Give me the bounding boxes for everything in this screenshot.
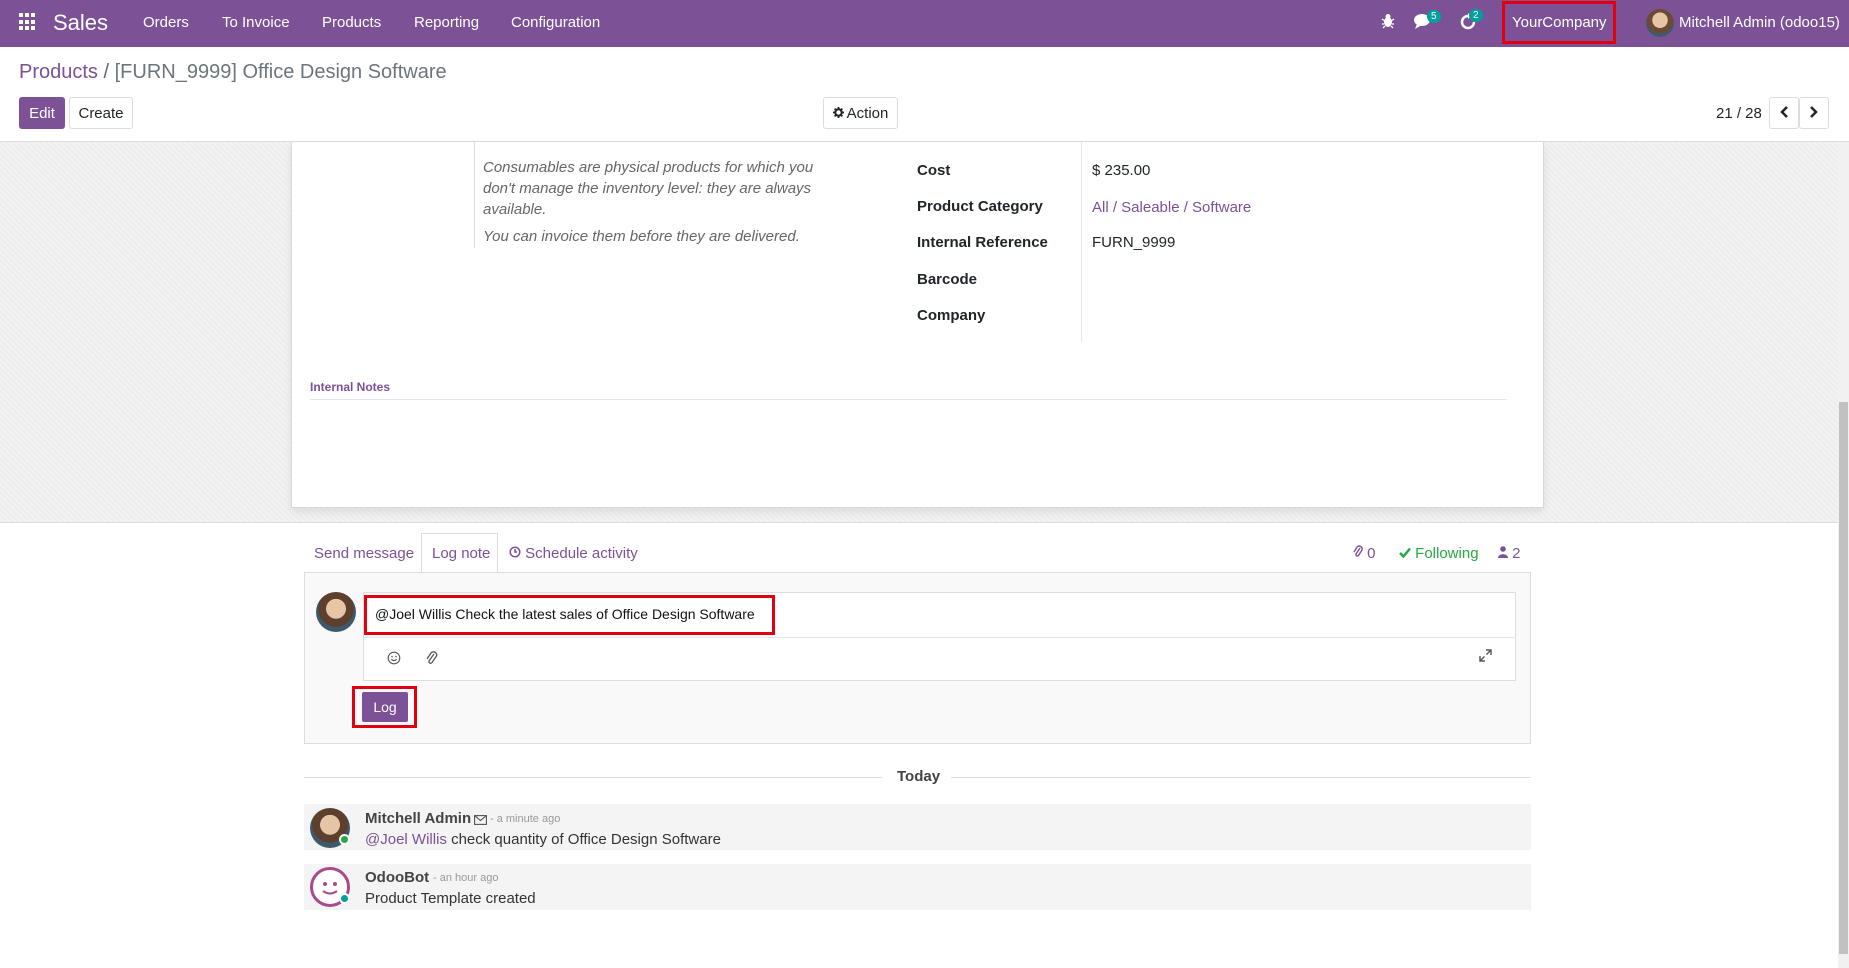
help-text-invoice: You can invoice them before they are del… [483,228,800,245]
expand-icon[interactable] [1479,649,1492,666]
emoji-icon[interactable] [387,651,401,669]
create-button[interactable]: Create [69,97,133,129]
help-divider [474,142,475,248]
control-panel: Products / [FURN_9999] Office Design Sof… [0,47,1849,142]
internal-notes-label: Internal Notes [310,380,391,394]
attachments-button[interactable]: 0 [1353,545,1376,562]
log-button[interactable]: Log [362,692,408,722]
scrollbar-thumb[interactable] [1839,402,1848,954]
action-label: Action [846,104,889,122]
breadcrumb-separator: / [103,61,110,83]
product-category-link[interactable]: All / Saleable / Software [1092,199,1251,216]
message-author[interactable]: OdooBot [365,869,429,886]
form-sheet [291,142,1544,508]
tab-schedule-activity[interactable]: Schedule activity [509,545,638,562]
menu-configuration[interactable]: Configuration [511,14,600,31]
composer-avatar [316,592,356,632]
followers-count: 2 [1512,545,1521,562]
cost-value: $ 235.00 [1092,162,1151,179]
app-name[interactable]: Sales [53,10,108,36]
menu-to-invoice[interactable]: To Invoice [222,14,290,31]
pager-next-button[interactable] [1799,97,1829,129]
message-date: - an hour ago [433,872,499,884]
message-text: Product Template created [365,890,536,907]
gear-icon [832,105,844,122]
message-body: @Joel Willis check quantity of Office De… [365,831,721,848]
bug-icon[interactable] [1381,13,1395,33]
pager-previous-button[interactable] [1769,97,1799,129]
check-icon [1399,545,1411,562]
today-divider-right [951,777,1531,778]
today-label: Today [897,768,941,785]
top-navbar: Sales Orders To Invoice Products Reporti… [0,0,1849,47]
mention-link[interactable]: @Joel Willis [365,831,447,848]
following-button[interactable]: Following [1399,545,1479,562]
action-button[interactable]: Action [823,97,898,129]
product-type-help: Consumables are physical products for wh… [483,157,843,247]
chevron-left-icon [1779,105,1789,122]
edit-button[interactable]: Edit [19,97,65,129]
tab-log-note[interactable]: Log note [432,545,490,562]
composer-input[interactable]: @Joel Willis Check the latest sales of O… [375,606,755,622]
paperclip-icon [1353,545,1363,562]
company-label: Company [917,307,986,324]
followers-button[interactable]: 2 [1498,545,1521,562]
activities-badge: 2 [1469,9,1483,22]
today-divider-left [304,777,882,778]
schedule-activity-label: Schedule activity [525,545,638,562]
breadcrumb: Products / [FURN_9999] Office Design Sof… [19,61,447,84]
message-date: - a minute ago [490,813,561,825]
message-text: check quantity of Office Design Software [451,831,721,848]
product-category-label: Product Category [917,198,1043,215]
breadcrumb-products[interactable]: Products [19,61,98,83]
page-title: [FURN_9999] Office Design Software [114,61,447,83]
menu-reporting[interactable]: Reporting [414,14,479,31]
menu-orders[interactable]: Orders [143,14,189,31]
cost-label: Cost [917,162,951,179]
internal-notes-separator [310,399,1507,400]
following-label: Following [1415,545,1479,562]
user-menu[interactable]: Mitchell Admin (odoo15) [1679,14,1840,31]
envelope-icon[interactable] [474,812,487,829]
message-author[interactable]: Mitchell Admin [365,810,471,827]
internal-reference-value: FURN_9999 [1092,234,1176,251]
attach-file-icon[interactable] [426,651,438,669]
tab-send-message[interactable]: Send message [314,545,414,562]
company-switcher[interactable]: YourCompany [1512,14,1607,31]
attachments-count: 0 [1367,545,1376,562]
clock-icon [509,545,521,562]
messages-badge: 5 [1427,10,1441,23]
chevron-right-icon [1809,105,1819,122]
heart-status-icon [339,893,350,904]
apps-menu-icon[interactable] [19,13,37,31]
online-status-icon [339,834,350,845]
user-icon [1498,545,1508,562]
barcode-label: Barcode [917,271,978,288]
internal-reference-label: Internal Reference [917,234,1048,251]
fields-divider [1081,142,1082,342]
chatter-separator [0,522,1838,523]
user-avatar[interactable] [1646,9,1674,37]
composer-toolbar-separator [363,637,1516,638]
pager-value[interactable]: 21 / 28 [1716,105,1762,122]
help-text-consumables: Consumables are physical products for wh… [483,159,814,218]
menu-products[interactable]: Products [322,14,381,31]
